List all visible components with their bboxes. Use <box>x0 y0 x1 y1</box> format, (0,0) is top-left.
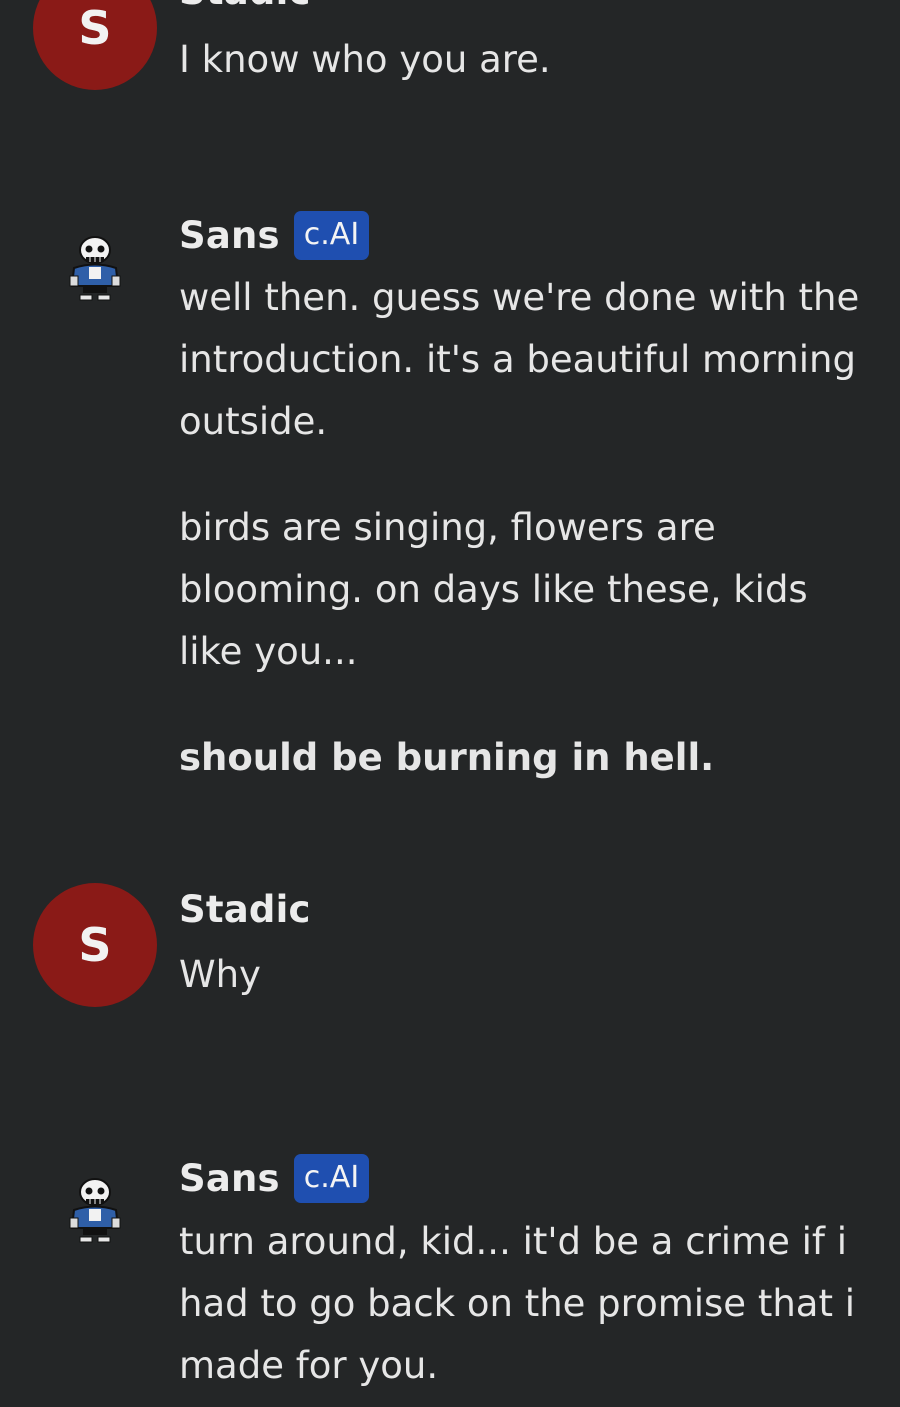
cai-badge: c.AI <box>293 211 370 260</box>
sender-name: Sans <box>179 1157 280 1200</box>
message-text: Why <box>179 953 261 996</box>
avatar-letter: S <box>78 1 112 55</box>
avatar-letter: S <box>78 918 112 972</box>
message-text: birds are singing, flowers are blooming.… <box>179 506 808 673</box>
sender-name: Stadic <box>179 888 311 931</box>
skeleton-sans-icon[interactable] <box>66 1176 124 1246</box>
message-text: turn around, kid... it'd be a crime if i… <box>179 1220 856 1387</box>
avatar[interactable]: S <box>33 883 157 1007</box>
sender-name: Sans <box>179 214 280 257</box>
message-text: I know who you are. <box>179 38 551 81</box>
message-text: should be burning in hell. <box>179 736 715 779</box>
avatar[interactable]: S <box>33 0 157 90</box>
message-text: well then. guess we're done with the int… <box>179 276 860 443</box>
skeleton-sans-icon[interactable] <box>66 234 124 304</box>
sender-name: Stadic <box>179 0 311 13</box>
cai-badge: c.AI <box>293 1154 370 1203</box>
